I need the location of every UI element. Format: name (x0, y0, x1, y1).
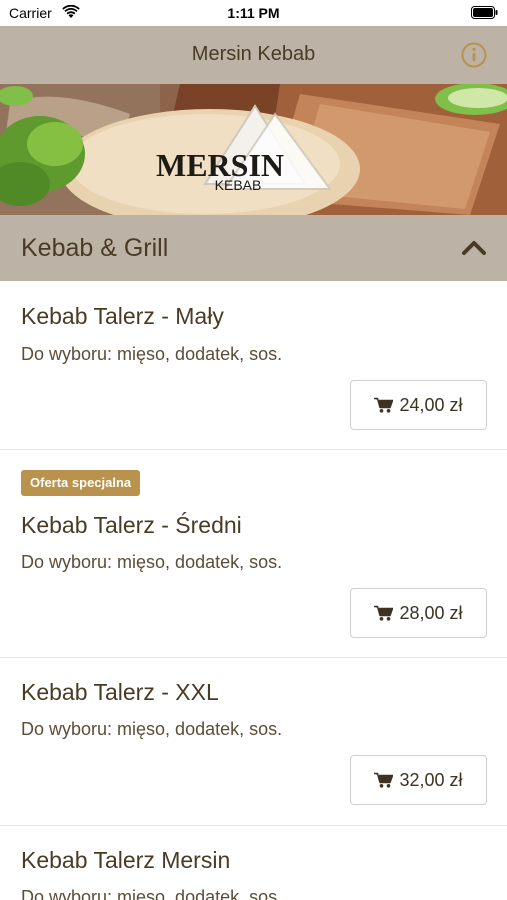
status-bar: Carrier 1:11 PM (0, 0, 507, 26)
cart-icon (374, 397, 394, 413)
menu-item[interactable]: Kebab Talerz - Mały Do wyboru: mięso, do… (0, 281, 507, 450)
item-name: Kebab Talerz Mersin (21, 847, 231, 873)
item-name: Kebab Talerz - Mały (21, 303, 224, 329)
price-label: 32,00 zł (399, 769, 463, 790)
menu-list: Kebab Talerz - Mały Do wyboru: mięso, do… (0, 281, 507, 900)
hero-image: MERSIN KEBAB (0, 84, 507, 215)
category-header[interactable]: Kebab & Grill (0, 215, 507, 281)
price-button[interactable]: 24,00 zł (350, 380, 487, 430)
item-description: Do wyboru: mięso, dodatek, sos. (21, 887, 283, 900)
cart-icon (374, 772, 394, 788)
category-title: Kebab & Grill (21, 234, 169, 262)
cart-icon (374, 605, 394, 621)
battery-icon (471, 6, 498, 19)
price-label: 28,00 zł (399, 602, 463, 623)
item-name: Kebab Talerz - XXL (21, 679, 219, 705)
nav-title: Mersin Kebab (191, 43, 316, 65)
price-button[interactable]: 28,00 zł (350, 588, 487, 638)
item-description: Do wyboru: mięso, dodatek, sos. (21, 719, 283, 739)
chevron-up-icon[interactable] (461, 237, 487, 257)
item-description: Do wyboru: mięso, dodatek, sos. (21, 552, 283, 572)
status-time: 1:11 PM (227, 5, 280, 21)
hero-banner: MERSIN KEBAB (0, 84, 507, 215)
menu-item[interactable]: Kebab Talerz - XXL Do wyboru: mięso, dod… (0, 658, 507, 826)
item-name: Kebab Talerz - Średni (21, 512, 242, 538)
info-icon[interactable] (461, 42, 487, 68)
menu-item[interactable]: Kebab Talerz Mersin Do wyboru: mięso, do… (0, 826, 507, 900)
price-button[interactable]: 32,00 zł (350, 755, 487, 805)
nav-bar: Mersin Kebab (0, 26, 507, 84)
special-offer-badge: Oferta specjalna (21, 470, 141, 496)
menu-item[interactable]: Oferta specjalna Kebab Talerz - Średni D… (0, 450, 507, 658)
price-label: 24,00 zł (399, 394, 463, 415)
logo-text-sub: KEBAB (215, 177, 262, 193)
item-description: Do wyboru: mięso, dodatek, sos. (21, 344, 283, 364)
